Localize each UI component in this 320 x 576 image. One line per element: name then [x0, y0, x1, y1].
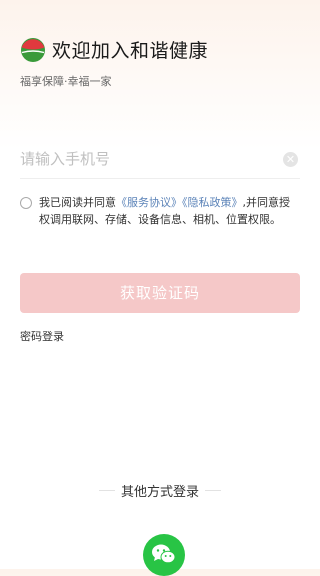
agreement-prefix: 我已阅读并同意 — [39, 196, 116, 209]
page-subtitle: 福享保障·幸福一家 — [20, 75, 112, 88]
wechat-icon — [152, 544, 176, 564]
privacy-policy-link[interactable]: 《隐私政策》 — [182, 196, 243, 209]
wechat-login-button[interactable] — [143, 534, 185, 576]
get-code-button[interactable]: 获取验证码 — [20, 273, 300, 313]
divider-line-right — [205, 490, 221, 491]
phone-input[interactable] — [20, 150, 283, 168]
other-login-label: 其他方式登录 — [120, 485, 199, 500]
password-login-link[interactable]: 密码登录 — [20, 328, 64, 344]
page-title: 欢迎加入和谐健康 — [52, 40, 209, 62]
phone-field: ✕ — [20, 140, 300, 179]
title-row: 欢迎加入和谐健康 — [20, 36, 208, 63]
agreement: 我已阅读并同意《服务协议》《隐私政策》,并同意授权调用联网、存储、设备信息、相机… — [20, 194, 300, 228]
agreement-checkbox[interactable] — [20, 197, 32, 209]
logo-icon — [21, 37, 45, 62]
divider-line-left — [98, 490, 115, 491]
other-login-divider: 其他方式登录 — [0, 481, 320, 500]
clear-icon[interactable]: ✕ — [283, 151, 298, 167]
agreement-text: 我已阅读并同意《服务协议》《隐私政策》,并同意授权调用联网、存储、设备信息、相机… — [39, 194, 300, 228]
service-agreement-link[interactable]: 《服务协议》 — [116, 196, 182, 209]
header: 欢迎加入和谐健康 福享保障·幸福一家 — [20, 36, 208, 89]
